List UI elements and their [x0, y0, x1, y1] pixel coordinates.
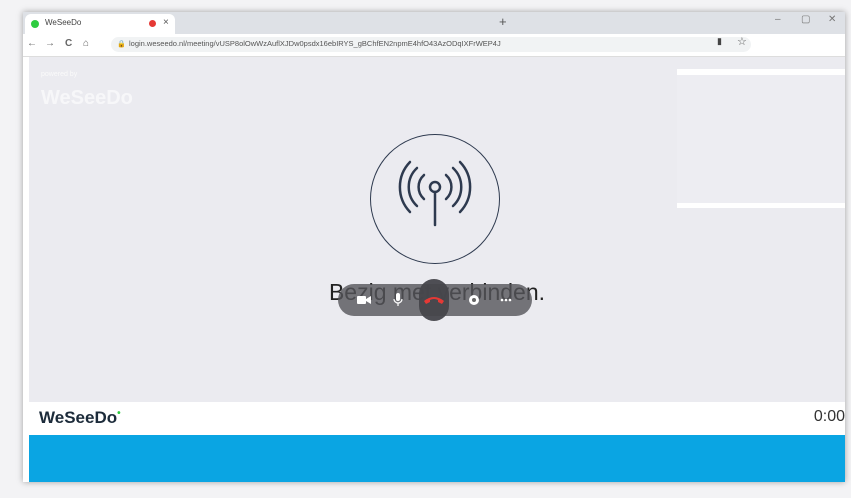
close-window-button[interactable]: ✕: [828, 14, 836, 25]
new-tab-button[interactable]: +: [499, 14, 507, 29]
camera-toggle-button[interactable]: [352, 284, 376, 316]
weseedo-logo: WeSeeDo•: [39, 408, 121, 428]
chat-button[interactable]: [462, 284, 486, 316]
recording-indicator-icon: [149, 20, 156, 27]
lock-icon: 🔒: [117, 41, 126, 48]
tab-weseedo[interactable]: WeSeeDo ×: [25, 14, 175, 34]
antenna-signal-icon: [398, 160, 472, 227]
favicon: [31, 20, 39, 28]
chat-icon: [469, 295, 479, 305]
star-icon[interactable]: ☆: [737, 35, 747, 48]
tab-strip: WeSeeDo × + – ▢ ✕: [23, 12, 845, 34]
tab-close-button[interactable]: ×: [163, 17, 169, 28]
connecting-indicator: [370, 134, 500, 264]
browser-toolbar: ← → C ⌂ 🔒 login.weseedo.nl/meeting/vUSP8…: [23, 34, 845, 57]
browser-window: WeSeeDo × + – ▢ ✕ ← → C ⌂ 🔒 login.weseed…: [23, 12, 845, 482]
microphone-icon: [393, 293, 403, 306]
camera-icon[interactable]: ▮: [717, 36, 722, 47]
powered-by-label: powered by: [41, 71, 78, 78]
tab-title: WeSeeDo: [45, 18, 82, 27]
call-controls: [338, 279, 532, 321]
footer-bar: WeSeeDo• 0:00: [29, 402, 845, 435]
stage-logo: WeSeeDo: [41, 87, 133, 109]
address-bar[interactable]: 🔒 login.weseedo.nl/meeting/vUSP8olOwWzAu…: [111, 37, 751, 52]
forward-button[interactable]: →: [45, 38, 55, 49]
hang-up-button[interactable]: [419, 279, 449, 321]
call-timer: 0:00: [813, 408, 845, 425]
brand-dot-icon: •: [117, 408, 121, 419]
video-stage: powered by WeSeeDo Bezig met verbinden.: [29, 57, 845, 402]
more-options-button[interactable]: [494, 284, 518, 316]
url-text[interactable]: login.weseedo.nl/meeting/vUSP8olOwWzAufl…: [129, 39, 501, 48]
camera-icon: [357, 296, 371, 304]
hang-up-icon: [424, 297, 444, 304]
brand-name: WeSeeDo: [39, 408, 118, 427]
more-icon: [500, 298, 512, 302]
microphone-toggle-button[interactable]: [386, 284, 410, 316]
back-button[interactable]: ←: [27, 38, 37, 49]
reload-button[interactable]: C: [65, 38, 72, 49]
home-button[interactable]: ⌂: [83, 38, 89, 49]
minimize-button[interactable]: –: [775, 14, 781, 25]
maximize-button[interactable]: ▢: [801, 14, 810, 25]
self-view-thumbnail: [677, 69, 845, 208]
accent-bar: [29, 435, 845, 482]
